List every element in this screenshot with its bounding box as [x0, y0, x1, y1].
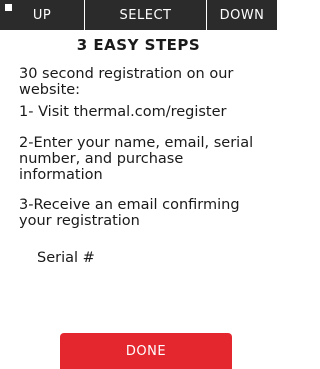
- step-3-text: 3-Receive an email confirming your regis…: [19, 197, 240, 229]
- down-button[interactable]: DOWN: [207, 0, 277, 30]
- corner-indicator-icon: [5, 4, 12, 11]
- step-2-text: 2-Enter your name, email, serial number,…: [19, 135, 254, 183]
- step-1-text: 1- Visit thermal.com/register: [19, 104, 227, 120]
- page-title: 3 EASY STEPS: [76, 36, 201, 54]
- select-button[interactable]: SELECT: [85, 0, 207, 30]
- top-navigation-bar: UP SELECT DOWN: [0, 0, 277, 30]
- intro-text: 30 second registration on our website:: [19, 66, 234, 98]
- serial-number-label: Serial #: [37, 250, 95, 266]
- up-button[interactable]: UP: [0, 0, 85, 30]
